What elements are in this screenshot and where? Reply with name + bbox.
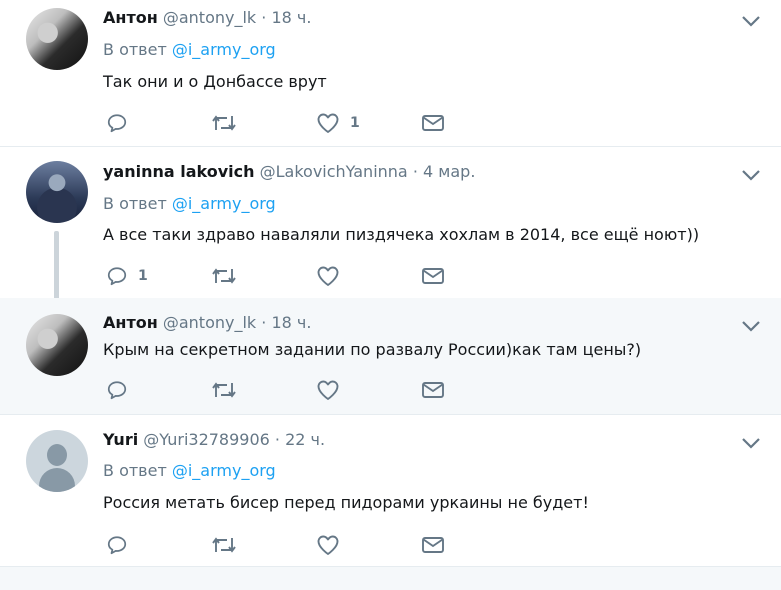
chevron-down-icon[interactable]: [740, 319, 762, 333]
retweet-icon: [212, 268, 236, 284]
like-icon: [317, 535, 339, 555]
footer-area: [0, 567, 781, 590]
separator-dot: ·: [274, 430, 281, 449]
reply-prefix: В ответ: [103, 40, 167, 59]
avatar[interactable]: [26, 161, 88, 223]
reply-to: В ответ @i_army_org: [103, 40, 276, 59]
reply-icon: [107, 536, 127, 555]
separator-dot: ·: [261, 8, 267, 27]
tweet-header: Yuri @Yuri32789906 · 22 ч.: [103, 430, 325, 449]
message-button[interactable]: [421, 111, 445, 135]
tweet-text: А все таки здраво наваляли пиздячека хох…: [103, 225, 700, 244]
message-button[interactable]: [421, 533, 445, 557]
retweet-icon: [212, 382, 236, 398]
separator-dot: ·: [412, 162, 418, 181]
like-count: 1: [350, 115, 360, 131]
chevron-down-icon[interactable]: [740, 436, 762, 450]
timestamp[interactable]: 18 ч.: [271, 313, 311, 332]
timestamp[interactable]: 18 ч.: [271, 8, 311, 27]
message-button[interactable]: [421, 378, 445, 402]
like-button[interactable]: [316, 378, 350, 402]
message-button[interactable]: [421, 264, 445, 288]
reply-button[interactable]: [106, 111, 138, 135]
reply-count: 1: [138, 268, 148, 284]
reply-mention-link[interactable]: @i_army_org: [172, 40, 276, 59]
like-icon: [317, 266, 339, 286]
avatar[interactable]: [26, 314, 88, 376]
user-handle[interactable]: @antony_lk: [163, 313, 256, 332]
timestamp[interactable]: 4 мар.: [423, 162, 475, 181]
reply-mention-link[interactable]: @i_army_org: [172, 194, 276, 213]
message-icon: [422, 537, 444, 553]
user-name[interactable]: yaninna lakovich: [103, 162, 255, 181]
retweet-button[interactable]: [211, 533, 237, 557]
chevron-down-icon[interactable]: [740, 14, 762, 28]
message-icon: [422, 268, 444, 284]
reply-button[interactable]: [106, 533, 138, 557]
tweet-actions: [106, 378, 466, 402]
like-button[interactable]: 1: [316, 111, 360, 135]
tweet-text: Крым на секретном задании по развалу Рос…: [103, 340, 642, 359]
separator-dot: ·: [261, 313, 267, 332]
user-name[interactable]: Антон: [103, 313, 158, 332]
tweet-text: Россия метать бисер перед пидорами уркаи…: [103, 493, 589, 512]
reply-prefix: В ответ: [103, 461, 167, 480]
like-button[interactable]: [316, 533, 350, 557]
like-icon: [317, 113, 339, 133]
tweet-actions: [106, 533, 466, 557]
reply-to: В ответ @i_army_org: [103, 194, 276, 213]
tweet-text: Так они и о Донбассе врут: [103, 72, 327, 91]
like-icon: [317, 380, 339, 400]
tweet[interactable]: yaninna lakovich @LakovichYaninna · 4 ма…: [0, 147, 781, 298]
user-name[interactable]: Антон: [103, 8, 158, 27]
user-name[interactable]: Yuri: [103, 430, 138, 449]
user-handle[interactable]: @antony_lk: [163, 8, 256, 27]
tweet-actions: 1: [106, 264, 466, 288]
reply-button[interactable]: [106, 378, 138, 402]
timestamp[interactable]: 22 ч.: [285, 430, 325, 449]
retweet-icon: [212, 537, 236, 553]
tweet[interactable]: Антон @antony_lk · 18 ч. Крым на секретн…: [0, 298, 781, 414]
avatar[interactable]: [26, 8, 88, 70]
default-avatar-head: [47, 444, 67, 466]
reply-mention-link[interactable]: @i_army_org: [172, 461, 276, 480]
tweet[interactable]: Антон @antony_lk · 18 ч. В ответ @i_army…: [0, 0, 781, 146]
reply-icon: [107, 114, 127, 133]
default-avatar-body: [39, 468, 75, 492]
reply-to: В ответ @i_army_org: [103, 461, 276, 480]
like-button[interactable]: [316, 264, 350, 288]
retweet-button[interactable]: [211, 111, 237, 135]
reply-icon: [107, 381, 127, 400]
reply-prefix: В ответ: [103, 194, 167, 213]
retweet-button[interactable]: [211, 378, 237, 402]
tweet-header: yaninna lakovich @LakovichYaninna · 4 ма…: [103, 162, 475, 181]
retweet-button[interactable]: [211, 264, 237, 288]
user-handle[interactable]: @Yuri32789906: [143, 430, 270, 449]
message-icon: [422, 115, 444, 131]
tweet[interactable]: Yuri @Yuri32789906 · 22 ч. В ответ @i_ar…: [0, 415, 781, 566]
user-handle[interactable]: @LakovichYaninna: [260, 162, 408, 181]
retweet-icon: [212, 115, 236, 131]
tweet-header: Антон @antony_lk · 18 ч.: [103, 313, 311, 332]
message-icon: [422, 382, 444, 398]
chevron-down-icon[interactable]: [740, 168, 762, 182]
tweet-header: Антон @antony_lk · 18 ч.: [103, 8, 311, 27]
tweet-actions: 1: [106, 111, 466, 135]
avatar[interactable]: [26, 430, 88, 492]
reply-icon: [107, 267, 127, 286]
reply-button[interactable]: 1: [106, 264, 148, 288]
